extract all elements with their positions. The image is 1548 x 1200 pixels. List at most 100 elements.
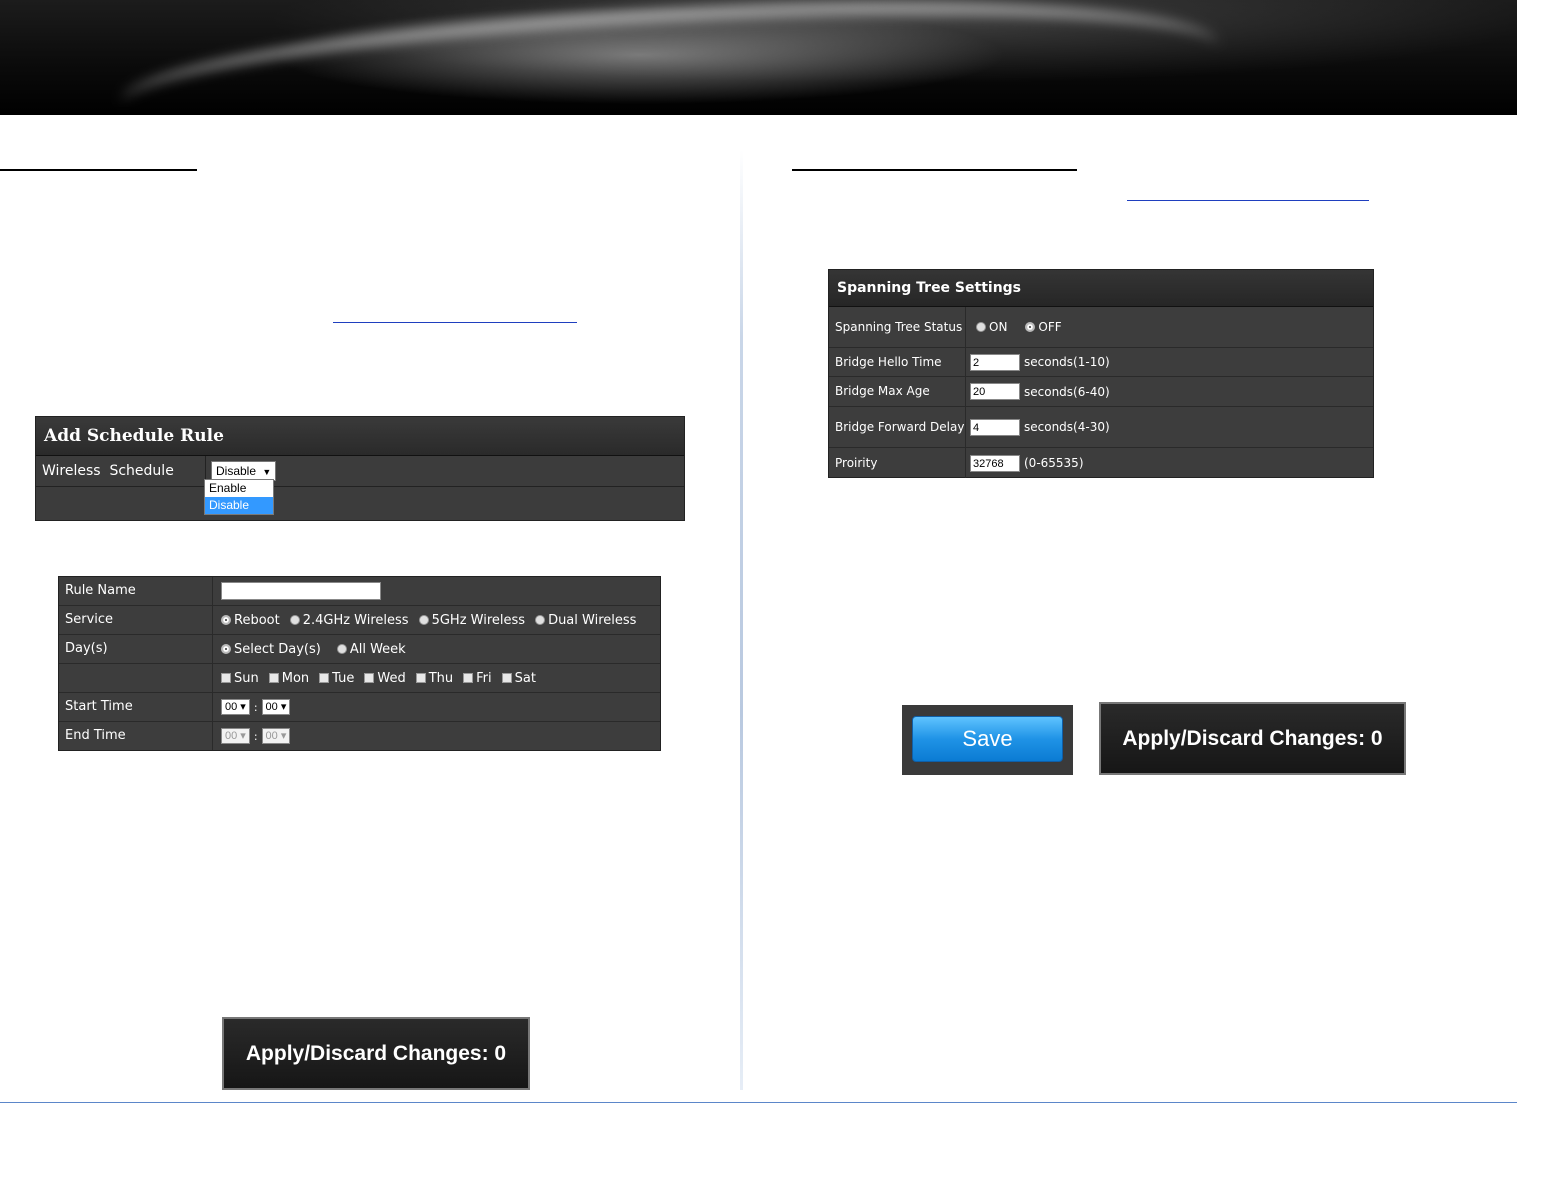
day-mode-all-week[interactable]: All Week: [336, 641, 406, 657]
status-cell: ON OFF: [966, 307, 1373, 347]
select-value: Disable: [216, 464, 257, 478]
end-hour-select[interactable]: 00 ▾: [221, 728, 250, 744]
forward-delay-cell: 4 seconds(4-30): [966, 407, 1373, 447]
day-mode-options: Select Day(s) All Week: [213, 635, 660, 663]
end-time-cell: 00 ▾ : 00 ▾: [213, 722, 660, 750]
option-label: Select Day(s): [234, 641, 321, 657]
radio-icon: [976, 322, 986, 332]
option-label: Reboot: [234, 612, 280, 628]
hello-time-input[interactable]: 2: [970, 353, 1020, 371]
weekday-checkboxes: Sun Mon Tue Wed Thu Fri Sat: [213, 664, 660, 692]
wireless-schedule-label: Wireless Schedule: [36, 456, 206, 486]
wireless-schedule-cell: Disable ▼: [206, 456, 684, 486]
max-age-unit: seconds(6-40): [1024, 384, 1110, 399]
option-label: Dual Wireless: [548, 612, 637, 628]
save-button[interactable]: Save: [912, 716, 1063, 762]
dropdown-option-enable[interactable]: Enable: [205, 480, 273, 497]
radio-icon: [336, 644, 347, 654]
time-separator: :: [253, 729, 258, 743]
option-label: Thu: [428, 670, 454, 686]
table-row: Service Reboot 2.4GHz Wireless 5GHz Wire…: [59, 606, 660, 635]
column-divider: [740, 150, 743, 1090]
radio-icon: [418, 615, 429, 625]
panel-title: Spanning Tree Settings: [829, 270, 1373, 307]
table-row: Proirity 32768 (0-65535): [829, 448, 1373, 478]
option-label: ON: [989, 320, 1008, 334]
start-hour-select[interactable]: 00 ▾: [221, 699, 250, 715]
weekday-wed[interactable]: Wed: [364, 671, 406, 686]
table-row: Bridge Hello Time 2 seconds(1-10): [829, 348, 1373, 377]
weekday-sun[interactable]: Sun: [221, 671, 259, 686]
section-rule-left: [0, 169, 197, 171]
forward-delay-label: Bridge Forward Delay: [829, 407, 966, 447]
option-label: Sun: [234, 670, 259, 686]
weekday-sat[interactable]: Sat: [501, 670, 536, 686]
option-label: All Week: [349, 641, 406, 657]
max-age-input[interactable]: 20: [970, 383, 1020, 400]
days-label: Day(s): [59, 635, 213, 663]
forward-delay-input[interactable]: 4: [970, 418, 1020, 436]
schedule-dropdown-list: Enable Disable: [204, 479, 274, 515]
apply-discard-button-right[interactable]: Apply/Discard Changes: 0: [1099, 702, 1406, 775]
service-option-dual[interactable]: Dual Wireless: [535, 613, 636, 628]
weekday-label-empty: [59, 664, 213, 692]
radio-selected-icon: [221, 644, 231, 654]
footer-rule: [0, 1102, 1517, 1103]
hello-time-label: Bridge Hello Time: [829, 348, 966, 376]
radio-selected-icon: [221, 615, 231, 625]
apply-discard-button-left[interactable]: Apply/Discard Changes: 0: [222, 1017, 530, 1090]
dropdown-option-disable[interactable]: Disable: [205, 497, 273, 514]
end-time-label: End Time: [59, 722, 213, 750]
rule-name-label: Rule Name: [59, 577, 213, 605]
radio-icon: [535, 615, 546, 625]
banner-highlight: [117, 0, 1223, 171]
weekday-fri[interactable]: Fri: [463, 671, 492, 686]
option-label: Tue: [332, 670, 355, 686]
chevron-down-icon: ▼: [262, 467, 272, 477]
service-option-reboot[interactable]: Reboot: [221, 613, 280, 628]
end-minute-select[interactable]: 00 ▾: [261, 728, 291, 744]
option-label: Fri: [476, 670, 492, 686]
priority-input[interactable]: 32768: [970, 454, 1020, 472]
checkbox-icon: [463, 673, 474, 683]
day-mode-select-days[interactable]: Select Day(s): [221, 642, 321, 657]
option-label: 5GHz Wireless: [431, 612, 526, 628]
time-separator: :: [253, 700, 258, 714]
radio-selected-icon: [1025, 322, 1036, 332]
hello-time-cell: 2 seconds(1-10): [966, 348, 1373, 376]
status-label: Spanning Tree Status: [829, 307, 966, 347]
service-option-5ghz[interactable]: 5GHz Wireless: [418, 612, 526, 628]
priority-cell: 32768 (0-65535): [966, 448, 1373, 478]
start-time-cell: 00 ▾ : 00 ▾: [213, 693, 660, 721]
wireless-schedule-select[interactable]: Disable ▼: [211, 461, 277, 481]
spanning-tree-panel: Spanning Tree Settings Spanning Tree Sta…: [828, 269, 1374, 478]
start-minute-select[interactable]: 00 ▾: [261, 699, 291, 715]
rule-name-input[interactable]: [221, 582, 381, 600]
save-button-frame: Save: [902, 705, 1073, 775]
weekday-thu[interactable]: Thu: [415, 670, 454, 686]
panel-title: Add Schedule Rule: [36, 417, 684, 456]
priority-label: Proirity: [829, 448, 966, 478]
link-underline-right[interactable]: [1127, 200, 1369, 201]
max-age-label: Bridge Max Age: [829, 377, 966, 406]
link-underline-left[interactable]: [333, 322, 577, 323]
forward-delay-unit: seconds(4-30): [1024, 420, 1110, 434]
option-label: Sat: [514, 670, 536, 686]
header-banner: [0, 0, 1517, 171]
wireless-schedule-row: Wireless Schedule Disable ▼: [36, 456, 684, 487]
checkbox-icon: [501, 673, 512, 683]
checkbox-icon: [221, 673, 231, 683]
add-schedule-rule-panel: Add Schedule Rule Wireless Schedule Disa…: [35, 416, 685, 521]
radio-icon: [289, 615, 300, 625]
weekday-mon[interactable]: Mon: [268, 670, 310, 686]
table-row: Bridge Forward Delay 4 seconds(4-30): [829, 407, 1373, 448]
option-label: Mon: [281, 670, 310, 686]
status-on-radio[interactable]: ON: [976, 320, 1007, 334]
start-time-label: Start Time: [59, 693, 213, 721]
weekday-tue[interactable]: Tue: [319, 671, 354, 686]
service-option-24ghz[interactable]: 2.4GHz Wireless: [289, 613, 409, 628]
option-label: OFF: [1038, 320, 1062, 334]
hello-time-unit: seconds(1-10): [1024, 355, 1110, 369]
table-row: Sun Mon Tue Wed Thu Fri Sat: [59, 664, 660, 693]
status-off-radio[interactable]: OFF: [1025, 320, 1062, 334]
